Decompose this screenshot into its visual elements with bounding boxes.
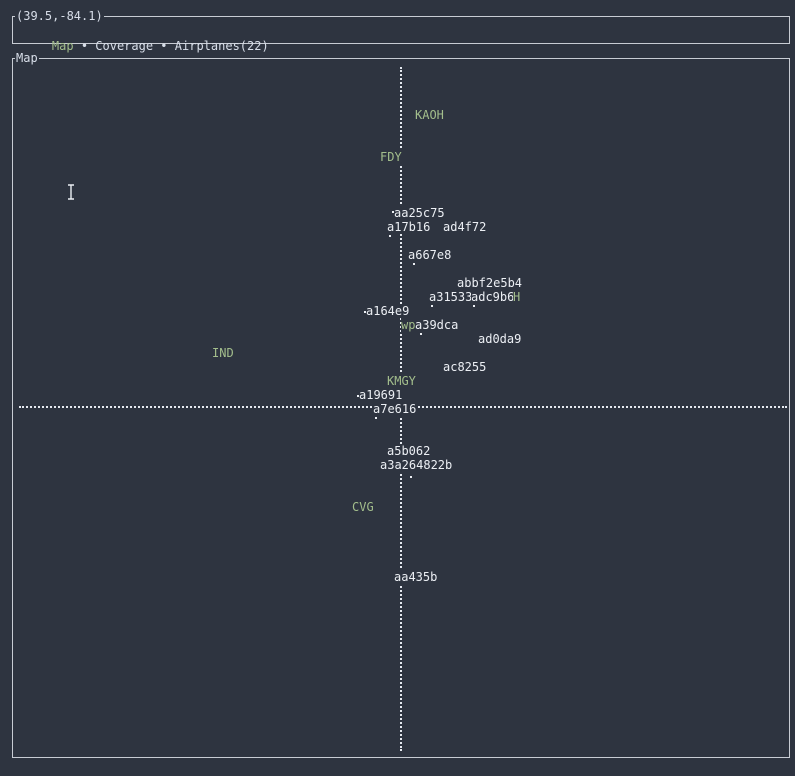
- airplane-marker: [473, 305, 475, 307]
- airplane-label[interactable]: aa435b: [394, 570, 438, 584]
- map-panel[interactable]: Map KAOH FDY IND KMGY CVG aa25c75 a17b16…: [12, 50, 790, 758]
- airplane-marker: [389, 235, 391, 237]
- map-canvas[interactable]: KAOH FDY IND KMGY CVG aa25c75 a17b16 ad4…: [13, 59, 789, 757]
- airplane-label[interactable]: a5b062: [387, 444, 431, 458]
- airplane-marker: [420, 333, 422, 335]
- nav-coverage[interactable]: Coverage: [95, 39, 153, 53]
- airplane-label[interactable]: ad4f72: [443, 220, 487, 234]
- coord-box: (39.5,-84.1) Map • Coverage • Airplanes(…: [12, 8, 790, 53]
- nav-sep: •: [153, 39, 175, 53]
- airplane-label[interactable]: a19691: [359, 388, 403, 402]
- airplane-marker: [410, 476, 412, 478]
- airplane-label[interactable]: adc9b6: [471, 290, 515, 304]
- airplane-label[interactable]: a31533: [429, 290, 473, 304]
- airport-label-partial: wp: [401, 318, 416, 332]
- airplane-label[interactable]: a667e8: [408, 248, 452, 262]
- airplane-label[interactable]: a39dca: [415, 318, 459, 332]
- airport-label[interactable]: CVG: [352, 500, 374, 514]
- airplane-label[interactable]: ad0da9: [478, 332, 522, 346]
- airport-label[interactable]: KMGY: [387, 374, 416, 388]
- airport-label[interactable]: IND: [212, 346, 234, 360]
- airport-label[interactable]: KAOH: [415, 108, 444, 122]
- airplane-label[interactable]: ac8255: [443, 360, 487, 374]
- airplane-label[interactable]: a7e616: [373, 402, 417, 416]
- airplane-label[interactable]: a17b16: [387, 220, 431, 234]
- airport-label-partial: H: [513, 290, 521, 304]
- airplane-label[interactable]: a164e9: [366, 304, 410, 318]
- nav-airplanes[interactable]: Airplanes(22): [175, 39, 269, 53]
- nav-map[interactable]: Map: [52, 39, 74, 53]
- text-cursor-icon: [68, 184, 74, 200]
- airplane-label[interactable]: aa25c75: [394, 206, 445, 220]
- airplane-label[interactable]: a3a264822b: [380, 458, 453, 472]
- airplane-marker: [413, 263, 415, 265]
- airport-label[interactable]: FDY: [380, 150, 402, 164]
- airplane-marker: [431, 305, 433, 307]
- airplane-label[interactable]: abbf2e5b4: [457, 276, 523, 290]
- nav-sep: •: [73, 39, 96, 53]
- airplane-marker: [375, 417, 377, 419]
